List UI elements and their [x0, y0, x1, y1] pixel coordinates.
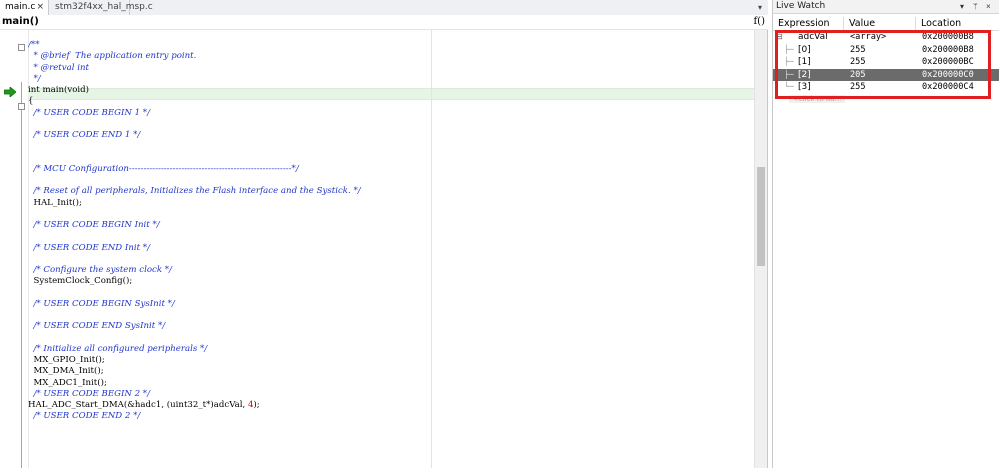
watch-column-headers: Expression Value Location	[773, 17, 999, 31]
expression-text: [3]	[798, 82, 811, 92]
function-navigation-bar[interactable]: main() f()	[0, 15, 768, 30]
watch-location-cell: 0x200000C4	[922, 82, 974, 92]
code-comment-line[interactable]: /* USER CODE BEGIN Init */	[28, 220, 361, 231]
code-comment-line[interactable]: /* USER CODE END Init */	[28, 243, 361, 254]
watch-expression-cell[interactable]: ├─ [0]	[776, 44, 844, 57]
expression-text: [0]	[798, 44, 811, 55]
code-blank-line[interactable]	[28, 254, 361, 265]
expression-text: [2]	[798, 69, 811, 80]
code-lines[interactable]: /** * @brief The application entry point…	[28, 40, 361, 423]
fold-toggle-icon[interactable]	[18, 44, 25, 51]
watch-expression-cell[interactable]: ├─ [1]	[776, 56, 844, 69]
code-comment-line[interactable]: /* USER CODE BEGIN SysInit */	[28, 299, 361, 310]
watch-row[interactable]: ├─ [0] 255 0x200000B8	[773, 44, 999, 57]
tab-main-c[interactable]: main.c ×	[0, 0, 49, 15]
watch-location-cell: 0x200000B8	[922, 44, 974, 55]
code-blank-line[interactable]	[28, 209, 361, 220]
tree-connector: ├─	[784, 69, 794, 79]
current-function-name: main()	[2, 16, 39, 27]
watch-value-cell[interactable]: 255	[850, 44, 916, 57]
watch-row[interactable]: ├─ [2] 205 0x200000C0	[773, 68, 999, 82]
code-comment-line[interactable]: /**	[28, 40, 361, 51]
tab-stm32f4xx-hal-msp-c[interactable]: stm32f4xx_hal_msp.c	[50, 0, 153, 15]
close-icon[interactable]: ×	[36, 0, 44, 15]
editor-tab-bar: main.c × stm32f4xx_hal_msp.c ▾	[0, 0, 768, 16]
code-editor: main.c × stm32f4xx_hal_msp.c ▾ main() f(…	[0, 0, 768, 468]
close-icon[interactable]: ×	[986, 0, 991, 13]
code-comment-line[interactable]: * @brief The application entry point.	[28, 51, 361, 62]
watch-row[interactable]: └─ [3] 255 0x200000C4	[773, 81, 999, 94]
fold-toggle-icon[interactable]	[18, 103, 25, 110]
panel-title: Live Watch	[776, 1, 826, 11]
code-comment-line[interactable]: /* Initialize all configured peripherals…	[28, 344, 361, 355]
right-margin-guide	[431, 30, 432, 468]
watch-location-cell: 0x200000BC	[922, 57, 974, 67]
function-list-icon[interactable]: f()	[753, 15, 765, 29]
code-line[interactable]: MX_GPIO_Init();	[28, 355, 361, 366]
code-line[interactable]: SystemClock_Config();	[28, 276, 361, 287]
code-blank-line[interactable]	[28, 141, 361, 152]
code-line[interactable]: int main(void)	[28, 85, 361, 96]
code-comment-line[interactable]: */	[28, 74, 361, 85]
live-watch-panel: Live Watch ▾ ᛘ × Expression Value Locati…	[772, 0, 999, 468]
watch-value-cell[interactable]: 255	[850, 81, 916, 94]
tree-connector: ├─	[784, 57, 794, 66]
code-line[interactable]: HAL_ADC_Start_DMA(&hadc1, (uint32_t*)adc…	[28, 400, 361, 411]
watch-rows: ⊟ adcVal <array> 0x200000B8 ├─ [0] 255 0x200000…	[773, 31, 999, 104]
code-comment-line[interactable]: /* USER CODE BEGIN 2 */	[28, 389, 361, 400]
code-comment-line[interactable]: /* Configure the system clock */	[28, 265, 361, 276]
scrollbar-thumb[interactable]	[757, 167, 765, 266]
code-line[interactable]: HAL_Init();	[28, 198, 361, 209]
watch-row[interactable]: ├─ [1] 255 0x200000BC	[773, 56, 999, 69]
editor-gutter[interactable]	[0, 30, 29, 468]
tab-label: main.c	[5, 2, 36, 12]
code-blank-line[interactable]	[28, 153, 361, 164]
code-text-area[interactable]: /** * @brief The application entry point…	[28, 30, 754, 468]
expression-text: adcVal	[798, 32, 828, 42]
watch-location-cell: 0x200000B8	[922, 32, 974, 42]
tab-label: stm32f4xx_hal_msp.c	[55, 2, 153, 12]
code-blank-line[interactable]	[28, 288, 361, 299]
code-comment-line[interactable]: /* USER CODE END 2 */	[28, 411, 361, 422]
code-comment-line[interactable]: /* USER CODE BEGIN 1 */	[28, 108, 361, 119]
watch-expression-cell[interactable]: ⊟ adcVal	[776, 31, 844, 44]
collapse-icon[interactable]: ⊟	[776, 31, 784, 44]
code-comment-line[interactable]: /* USER CODE END 1 */	[28, 130, 361, 141]
watch-value-cell[interactable]: 205	[850, 69, 916, 82]
code-blank-line[interactable]	[28, 175, 361, 186]
column-header-location[interactable]: Location	[916, 17, 999, 30]
tree-connector: ├─	[784, 44, 794, 54]
watch-row[interactable]: ⊟ adcVal <array> 0x200000B8	[773, 31, 999, 44]
placeholder-text: <click to ad...	[789, 94, 846, 103]
code-blank-line[interactable]	[28, 231, 361, 242]
vertical-scrollbar[interactable]	[754, 30, 767, 468]
code-blank-line[interactable]	[28, 310, 361, 321]
column-header-value[interactable]: Value	[844, 17, 916, 30]
column-header-expression[interactable]: Expression	[773, 17, 844, 30]
watch-value-cell[interactable]: 255	[850, 56, 916, 69]
pin-icon[interactable]: ᛘ	[973, 0, 978, 13]
execution-pointer-arrow-icon	[4, 87, 16, 97]
code-blank-line[interactable]	[28, 119, 361, 130]
watch-expression-cell[interactable]: ├─ [2]	[776, 69, 844, 82]
fold-guide-line	[21, 82, 22, 468]
watch-value-cell[interactable]: <array>	[850, 31, 916, 44]
live-watch-title-bar: Live Watch ▾ ᛘ ×	[773, 0, 999, 14]
code-line[interactable]: MX_DMA_Init();	[28, 366, 361, 377]
numeric-literal: 4	[247, 400, 254, 410]
watch-expression-cell[interactable]: └─ [3]	[776, 81, 844, 94]
chevron-down-icon[interactable]: ▾	[960, 0, 964, 13]
add-expression-placeholder[interactable]: <click to ad...	[773, 94, 999, 104]
expression-text: [1]	[798, 57, 811, 67]
code-line[interactable]: MX_ADC1_Init();	[28, 378, 361, 389]
code-blank-line[interactable]	[28, 333, 361, 344]
code-comment-line[interactable]: /* Reset of all peripherals, Initializes…	[28, 186, 360, 197]
tree-connector: └─	[784, 82, 794, 91]
code-comment-line[interactable]: * @retval int	[28, 63, 361, 74]
code-comment-line[interactable]: /* MCU Configuration--------------------…	[28, 164, 361, 175]
code-comment-line[interactable]: /* USER CODE END SysInit */	[28, 321, 361, 332]
chevron-down-icon[interactable]: ▾	[758, 0, 762, 15]
code-line[interactable]: {	[28, 96, 361, 107]
watch-location-cell: 0x200000C0	[922, 69, 974, 80]
